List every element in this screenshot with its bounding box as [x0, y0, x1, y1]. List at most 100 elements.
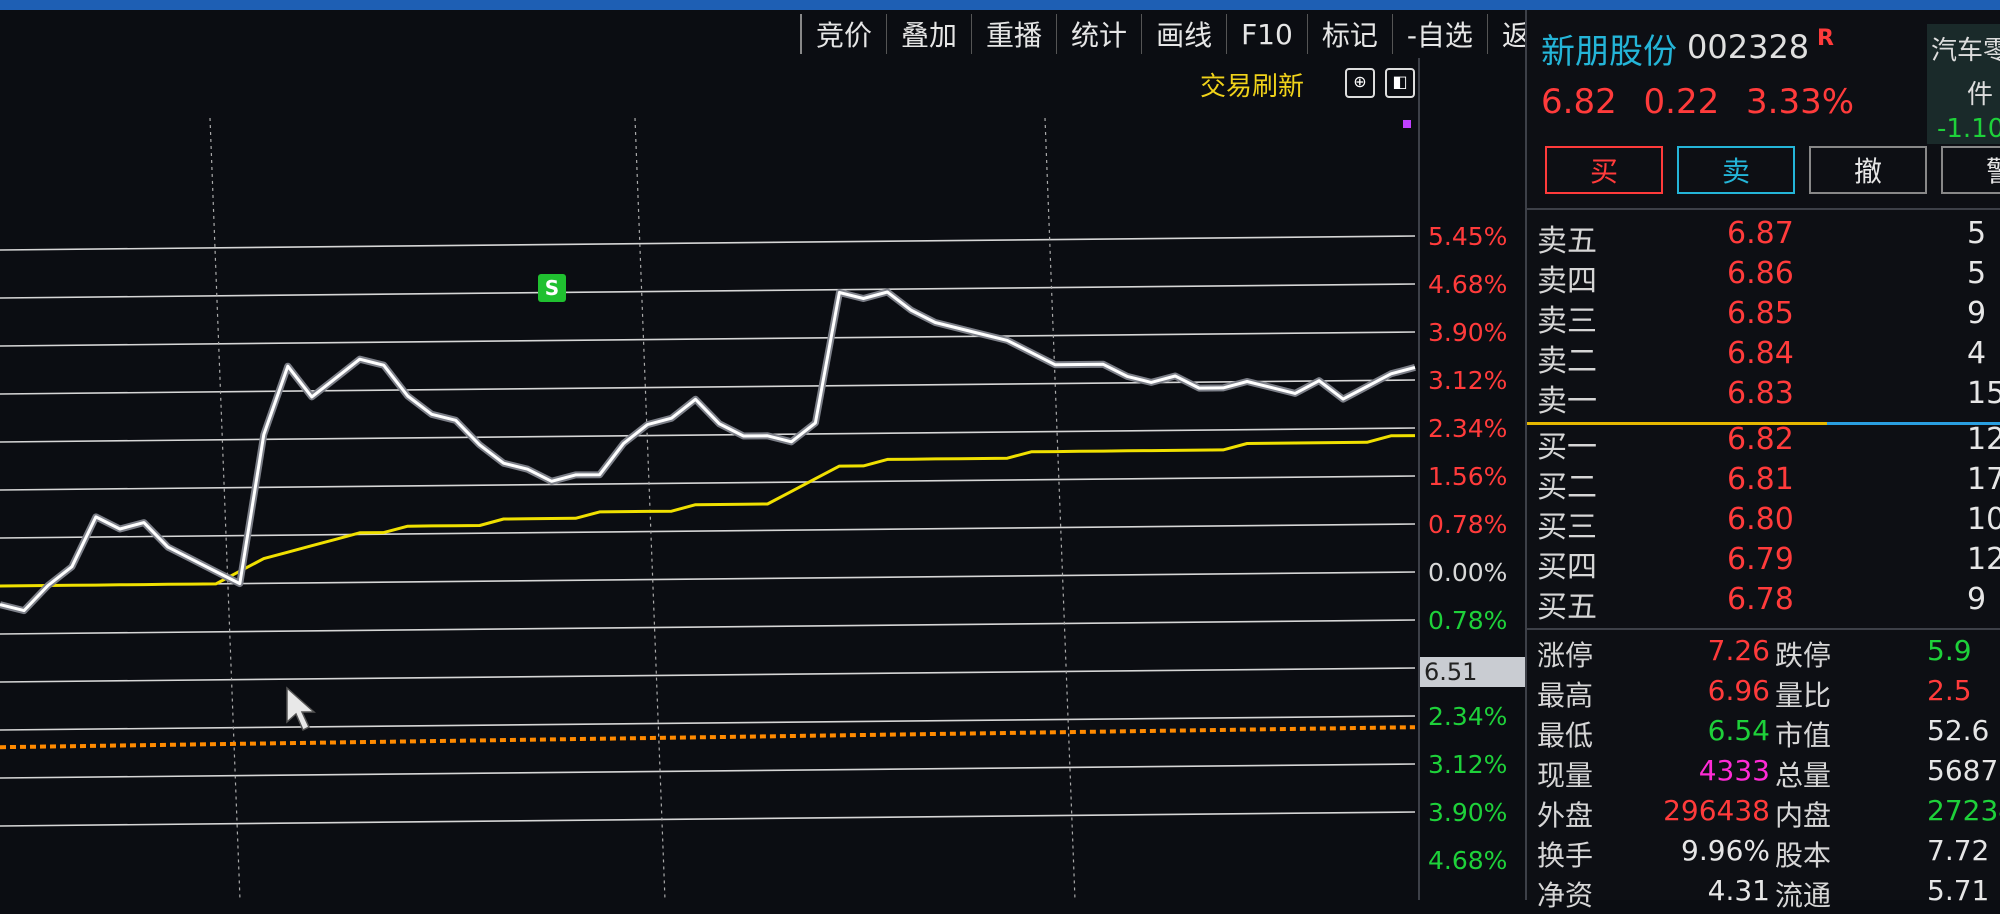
stat-value: 52.6 — [1927, 714, 1990, 747]
order-price: 6.86 — [1727, 256, 1794, 291]
stat-label: 最高 — [1537, 679, 1594, 712]
stat-row: 净资 4.31 流通 5.71 — [1527, 874, 2000, 914]
sell-button[interactable]: 卖 — [1677, 146, 1795, 194]
buy-button[interactable]: 买 — [1545, 146, 1663, 194]
stat-row: 换手 9.96% 股本 7.72 — [1527, 834, 2000, 874]
stat-value: 7.26 — [1707, 634, 1770, 667]
stat-row: 涨停 7.26 跌停 5.9 — [1527, 634, 2000, 674]
order-volume: 15 — [1967, 376, 2000, 411]
order-level-label: 买二 — [1537, 470, 1597, 505]
tb-draw-button[interactable]: 画线 — [1141, 14, 1226, 54]
intraday-chart[interactable] — [0, 58, 1430, 900]
window-top-strip — [0, 0, 2000, 10]
stat-value: 4.31 — [1707, 874, 1770, 907]
order-price: 6.81 — [1727, 462, 1794, 497]
bid-row[interactable]: 买五 6.78 9 — [1527, 582, 2000, 625]
bid-row[interactable]: 买一 6.82 12 — [1527, 422, 2000, 465]
order-level-label: 卖三 — [1537, 304, 1597, 339]
tb-auction-button[interactable]: 竞价 — [800, 14, 886, 54]
order-price: 6.85 — [1727, 296, 1794, 331]
stat-value: 27234 — [1927, 794, 2000, 827]
pct-label-down: 4.68% — [1428, 846, 1508, 875]
bid-row[interactable]: 买二 6.81 17 — [1527, 462, 2000, 505]
pct-label-down: 0.78% — [1428, 606, 1508, 635]
ask-row[interactable]: 卖一 6.83 15 — [1527, 376, 2000, 419]
stat-label: 涨停 — [1537, 639, 1594, 672]
stat-label: 内盘 — [1775, 799, 1832, 832]
order-price: 6.80 — [1727, 502, 1794, 537]
order-volume: 10 — [1967, 502, 2000, 537]
order-volume: 9 — [1967, 296, 1987, 331]
ask-row[interactable]: 卖四 6.86 5 — [1527, 256, 2000, 299]
order-level-label: 卖四 — [1537, 264, 1597, 299]
order-volume: 9 — [1967, 582, 1987, 617]
trade-refresh-label[interactable]: 交易刷新 — [1200, 66, 1304, 103]
quote-panel: 新朋股份 002328 R 汽车零 件 -1.10 6.82 0.22 3.33… — [1527, 10, 2000, 912]
order-level-label: 买三 — [1537, 510, 1597, 545]
price-change-pct: 3.33% — [1746, 82, 1855, 122]
stat-value: 56878 — [1927, 754, 2000, 787]
grid-line — [0, 427, 1416, 443]
avg-price-line — [0, 434, 1416, 588]
order-volume: 12 — [1967, 542, 2000, 577]
order-level-label: 卖二 — [1537, 344, 1597, 379]
grid-line — [0, 331, 1416, 347]
time-gridline — [634, 117, 666, 900]
stat-label: 最低 — [1537, 719, 1594, 752]
stat-label: 总量 — [1775, 759, 1832, 792]
price-change: 0.22 — [1643, 82, 1720, 122]
order-volume: 5 — [1967, 256, 1987, 291]
sector-box[interactable]: 汽车零 件 -1.10 — [1927, 24, 2000, 144]
stock-code: 002328 — [1687, 28, 1810, 66]
order-volume: 17 — [1967, 462, 2000, 497]
stat-label: 市值 — [1775, 719, 1832, 752]
zoom-icon[interactable]: ⊕ — [1345, 68, 1375, 98]
order-price: 6.78 — [1727, 582, 1794, 617]
order-level-label: 买一 — [1537, 430, 1597, 465]
cancel-order-button[interactable]: 撤 — [1809, 146, 1927, 194]
tb-mark-button[interactable]: 标记 — [1306, 14, 1392, 54]
grid-line — [0, 811, 1416, 827]
stat-label: 量比 — [1775, 679, 1832, 712]
stat-label: 跌停 — [1775, 639, 1832, 672]
tb-stats-button[interactable]: 统计 — [1056, 14, 1141, 54]
ask-row[interactable]: 卖三 6.85 9 — [1527, 296, 2000, 339]
stat-row: 外盘 296438内盘 27234 — [1527, 794, 2000, 834]
pct-label-down: 3.90% — [1428, 798, 1508, 827]
chart-toolbar: 竞价 叠加 重播 统计 画线 F10 标记 -自选 返回 — [800, 10, 1572, 58]
time-gridline — [209, 117, 241, 900]
grid-line — [0, 523, 1416, 539]
ask-row[interactable]: 卖二 6.84 4 — [1527, 336, 2000, 379]
bid-row[interactable]: 买三 6.80 10 — [1527, 502, 2000, 545]
grid-line — [0, 763, 1416, 779]
grid-line — [0, 667, 1416, 683]
stat-label: 换手 — [1537, 839, 1594, 872]
tb-watchlist-button[interactable]: -自选 — [1391, 14, 1487, 54]
stat-value: 5.9 — [1927, 634, 1972, 667]
stat-value: 7.72 — [1927, 834, 1990, 867]
tb-replay-button[interactable]: 重播 — [971, 14, 1056, 54]
pct-label-up: 5.45% — [1428, 222, 1508, 251]
ask-row[interactable]: 卖五 6.87 5 — [1527, 216, 2000, 259]
price-row: 6.82 0.22 3.33% — [1541, 82, 1870, 122]
order-level-label: 买五 — [1537, 590, 1597, 625]
signal-badge[interactable]: S — [538, 274, 566, 302]
pct-label-zero: 0.00% — [1428, 558, 1508, 587]
order-price: 6.79 — [1727, 542, 1794, 577]
stat-label: 流通 — [1775, 879, 1832, 912]
ask-bid-separator-blue — [1827, 422, 2000, 425]
ask-bid-separator — [1527, 422, 1827, 425]
stat-value: 5.71 — [1927, 874, 1990, 907]
stat-value: 9.96% — [1681, 834, 1770, 867]
grid-line — [0, 715, 1416, 731]
sector-change: -1.10 — [1937, 114, 2000, 144]
alert-button[interactable]: 警 — [1941, 146, 2000, 194]
chart-svg — [0, 117, 1416, 900]
bid-row[interactable]: 买四 6.79 12 — [1527, 542, 2000, 585]
tb-overlay-button[interactable]: 叠加 — [886, 14, 971, 54]
stat-value: 296438 — [1663, 794, 1770, 827]
stat-label: 净资 — [1537, 879, 1594, 912]
stock-name[interactable]: 新朋股份 — [1541, 24, 1677, 73]
tb-f10-button[interactable]: F10 — [1226, 14, 1307, 54]
panel-toggle-icon[interactable]: ◧ — [1385, 68, 1415, 98]
